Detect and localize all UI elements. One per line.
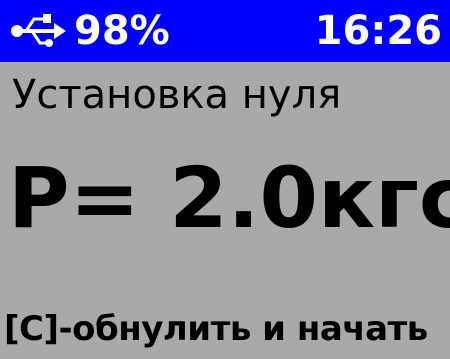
battery-level: 98% — [74, 8, 170, 54]
pressure-readout: P= 2.0кгс — [8, 149, 450, 247]
device-screen: 98% 16:26 Установка нуля P= 2.0кгс [C]-о… — [0, 0, 450, 359]
action-hint: [C]-обнулить и начать — [4, 309, 428, 349]
clock: 16:26 — [314, 8, 442, 54]
status-bar: 98% 16:26 — [0, 0, 450, 62]
usb-icon — [11, 14, 66, 47]
screen-title: Установка нуля — [12, 72, 342, 118]
